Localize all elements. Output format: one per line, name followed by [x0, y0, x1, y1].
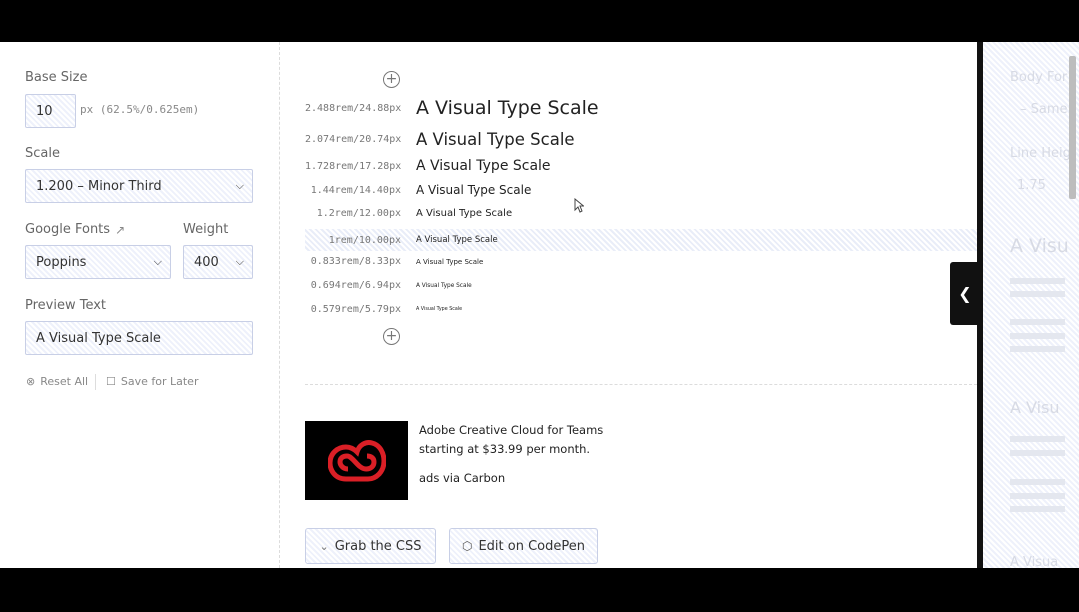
settings-panel: Base Size 10 px (62.5%/0.625em) Scale 1.… [0, 42, 280, 568]
ad-image[interactable] [305, 421, 408, 500]
preview-text-input[interactable]: A Visual Type Scale [25, 321, 253, 355]
scale-preview-text: A Visual Type Scale [416, 307, 463, 312]
scale-label: Scale [25, 146, 60, 161]
body-font-label: Body For [1010, 70, 1068, 85]
app-window: Base Size 10 px (62.5%/0.625em) Scale 1.… [0, 42, 1079, 568]
section-divider [305, 384, 977, 385]
edit-on-codepen-button[interactable]: ⬡ Edit on CodePen [449, 528, 598, 564]
scale-size-label: 1rem/10.00px [328, 234, 401, 246]
type-scale-row[interactable]: 1rem/10.00px A Visual Type Scale [305, 229, 977, 251]
preview-paragraph-2c [1010, 346, 1065, 352]
scale-size-label: 1.2rem/12.00px [316, 208, 401, 219]
preview-text-label: Preview Text [25, 298, 107, 313]
preview-paragraph-4c [1010, 506, 1065, 512]
scale-size-label: 0.694rem/6.94px [310, 280, 401, 291]
preview-heading-2: A Visu [1010, 398, 1060, 417]
base-size-value: 10 [36, 103, 53, 119]
scale-select[interactable]: 1.200 – Minor Third ⌵ [25, 169, 253, 203]
type-scale-row[interactable]: 1.44rem/14.40px A Visual Type Scale [305, 183, 977, 197]
weight-label: Weight [183, 222, 229, 237]
reset-all-button[interactable]: ⊗ Reset All [26, 375, 88, 388]
preview-heading-3: A Visua [1010, 555, 1059, 568]
toggle-panel-button[interactable]: ❮ [950, 262, 980, 325]
google-fonts-label-text: Google Fonts [25, 222, 111, 237]
type-scale-row[interactable]: 0.579rem/5.79px A Visual Type Scale [305, 304, 977, 315]
preview-text-value: A Visual Type Scale [36, 330, 161, 346]
preview-paragraph-3 [1010, 436, 1065, 442]
scale-size-label: 2.488rem/24.88px [305, 102, 402, 114]
preview-paragraph-1b [1010, 291, 1065, 297]
add-step-down-button[interactable]: + [383, 328, 400, 345]
weight-select-value: 400 [194, 254, 219, 270]
codepen-icon: ⬡ [461, 539, 473, 553]
line-height-label: Line Heig [1010, 146, 1071, 161]
add-step-up-button[interactable]: + [383, 71, 400, 88]
scale-size-label: 0.579rem/5.79px [310, 304, 401, 315]
edit-codepen-label: Edit on CodePen [478, 538, 585, 554]
scale-preview-text: A Visual Type Scale [416, 208, 513, 219]
scale-size-label: 0.833rem/8.33px [310, 256, 401, 267]
scale-size-label: 2.074rem/20.74px [305, 134, 402, 145]
scale-select-value: 1.200 – Minor Third [36, 178, 162, 194]
creative-cloud-logo [327, 439, 386, 481]
preview-paragraph-4 [1010, 479, 1065, 485]
grab-css-label: Grab the CSS [334, 538, 422, 554]
type-scale-row[interactable]: 0.694rem/6.94px A Visual Type Scale [305, 280, 977, 291]
external-link-icon[interactable]: ↗ [115, 223, 125, 237]
type-scale-row[interactable]: 2.074rem/20.74px A Visual Type Scale [305, 130, 977, 149]
font-select-value: Poppins [36, 254, 87, 270]
action-separator [95, 374, 96, 390]
preview-heading-1: A Visu [1010, 235, 1069, 257]
scale-preview-text: A Visual Type Scale [416, 257, 484, 266]
line-height-input[interactable]: 1.75 [1017, 178, 1046, 193]
scale-preview-text: A Visual Type Scale [416, 158, 551, 174]
preview-paragraph-2b [1010, 333, 1065, 339]
chevron-down-icon: ⌵ [153, 255, 162, 268]
base-size-input[interactable]: 10 [25, 94, 76, 128]
preview-paragraph-4b [1010, 493, 1065, 499]
type-scale-row[interactable]: 1.728rem/17.28px A Visual Type Scale [305, 158, 977, 174]
weight-select[interactable]: 400 ⌵ [183, 245, 253, 279]
save-for-later-label: Save for Later [120, 375, 199, 388]
scale-preview-text: A Visual Type Scale [416, 282, 472, 289]
type-scale-row[interactable]: 2.488rem/24.88px A Visual Type Scale [305, 97, 977, 119]
reset-icon: ⊗ [26, 375, 36, 388]
chevron-down-icon: ⌄ [319, 539, 329, 553]
scale-size-label: 1.44rem/14.40px [310, 184, 401, 196]
scale-preview-text: A Visual Type Scale [416, 235, 498, 245]
save-for-later-button[interactable]: ☐ Save for Later [106, 375, 198, 388]
chevron-down-icon: ⌵ [235, 255, 244, 268]
bookmark-icon: ☐ [106, 375, 116, 388]
preview-paragraph-2 [1010, 319, 1065, 325]
base-size-hint: px (62.5%/0.625em) [80, 103, 200, 116]
scale-preview-text: A Visual Type Scale [416, 130, 575, 149]
chevron-left-icon: ❮ [958, 284, 972, 303]
google-fonts-label: Google Fonts ↗ [25, 222, 125, 237]
mouse-cursor-icon [574, 198, 584, 213]
scrollbar-thumb[interactable] [1069, 56, 1076, 199]
scale-size-label: 1.728rem/17.28px [305, 160, 402, 172]
base-size-label: Base Size [25, 70, 88, 85]
ad-line-1[interactable]: Adobe Creative Cloud for Teams [419, 423, 603, 437]
scale-preview-text: A Visual Type Scale [416, 97, 599, 119]
scale-preview-text: A Visual Type Scale [416, 183, 532, 197]
font-select[interactable]: Poppins ⌵ [25, 245, 171, 279]
preview-paragraph-1 [1010, 278, 1065, 284]
ads-via-carbon-link[interactable]: ads via Carbon [419, 471, 505, 485]
grab-css-button[interactable]: ⌄ Grab the CSS [305, 528, 436, 564]
preview-panel: Body For – Same Line Heig 1.75 A Visu A … [983, 42, 1079, 568]
type-scale-row[interactable]: 0.833rem/8.33px A Visual Type Scale [305, 256, 977, 267]
ad-line-2[interactable]: starting at $33.99 per month. [419, 442, 590, 456]
preview-paragraph-3b [1010, 450, 1065, 456]
type-scale-row[interactable]: 1.2rem/12.00px A Visual Type Scale [305, 208, 977, 219]
body-font-select[interactable]: – Same [1020, 102, 1068, 117]
reset-all-label: Reset All [40, 375, 89, 388]
chevron-down-icon: ⌵ [235, 179, 244, 192]
